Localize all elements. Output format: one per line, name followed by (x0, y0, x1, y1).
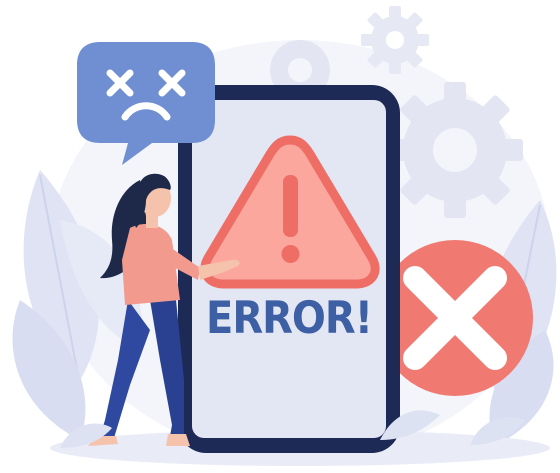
close-circle-icon (377, 240, 533, 396)
error-illustration (12, 6, 557, 466)
gear-icon (387, 82, 523, 218)
gear-icon (361, 6, 429, 74)
error-message: ERROR! (206, 292, 373, 345)
